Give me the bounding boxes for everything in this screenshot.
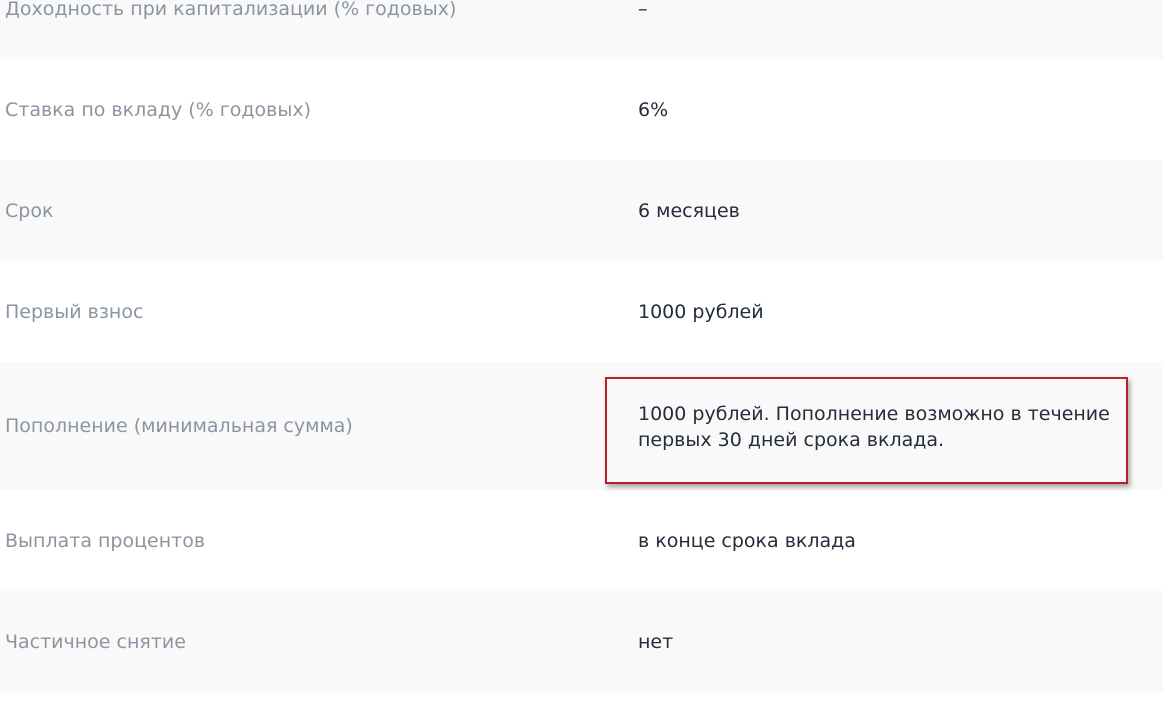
table-row: Частичное снятие нет	[0, 591, 1163, 692]
table-row: Первый взнос 1000 рублей	[0, 261, 1163, 362]
row-value: –	[638, 0, 648, 20]
row-value: 6%	[638, 98, 669, 121]
table-row: Ставка по вкладу (% годовых) 6%	[0, 59, 1163, 160]
table-row: Пополнение (минимальная сумма) 1000 рубл…	[0, 362, 1163, 490]
row-value: нет	[638, 630, 674, 653]
deposit-terms-table: Доходность при капитализации (% годовых)…	[0, 0, 1163, 692]
row-label: Выплата процентов	[5, 529, 206, 552]
row-label: Частичное снятие	[5, 630, 186, 653]
row-value: в конце срока вклада	[638, 529, 856, 552]
table-row: Выплата процентов в конце срока вклада	[0, 490, 1163, 591]
row-label: Пополнение (минимальная сумма)	[5, 415, 353, 437]
row-label: Первый взнос	[5, 300, 144, 323]
row-label: Срок	[5, 199, 54, 222]
row-value: 1000 рублей. Пополнение возможно в течен…	[638, 403, 1110, 451]
row-label: Ставка по вкладу (% годовых)	[5, 98, 312, 121]
row-value: 1000 рублей	[638, 300, 764, 323]
table-row: Срок 6 месяцев	[0, 160, 1163, 261]
table-row: Доходность при капитализации (% годовых)…	[0, 0, 1163, 59]
row-value: 6 месяцев	[638, 199, 740, 222]
row-label: Доходность при капитализации (% годовых)	[5, 0, 457, 20]
